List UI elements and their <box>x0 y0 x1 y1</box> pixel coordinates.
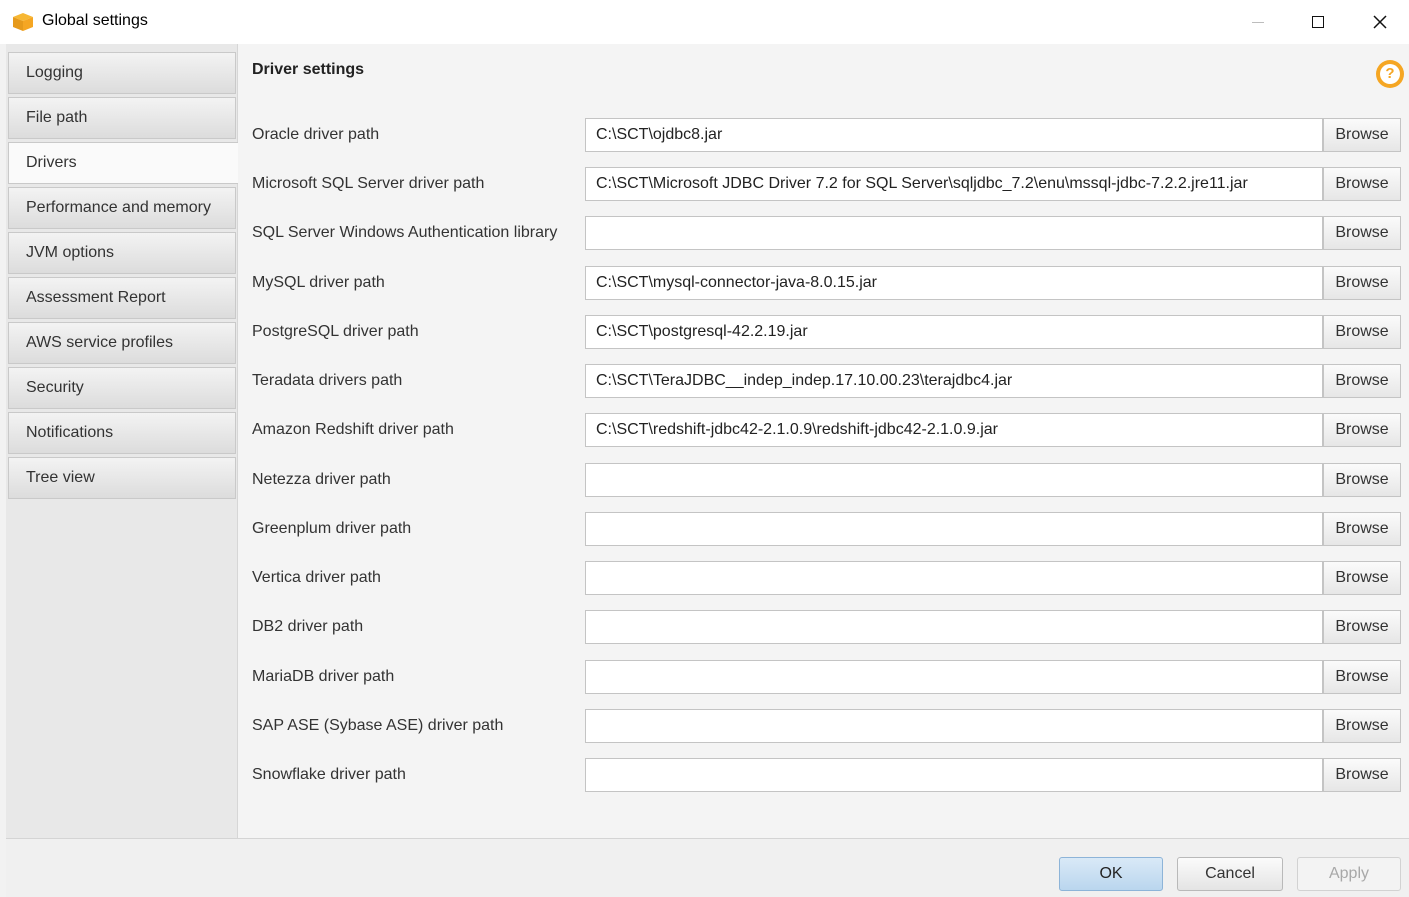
sidebar-item-aws-service-profiles[interactable]: AWS service profiles <box>8 322 236 364</box>
driver-path-input[interactable] <box>585 118 1323 152</box>
sidebar-item-label: Tree view <box>26 469 95 486</box>
minimize-icon <box>1252 21 1264 23</box>
sidebar-item-jvm-options[interactable]: JVM options <box>8 232 236 274</box>
driver-row-vertica: Vertica driver path Browse <box>238 561 1409 597</box>
sidebar-item-tree-view[interactable]: Tree view <box>8 457 236 499</box>
sidebar-item-label: Notifications <box>26 424 114 441</box>
window-title: Global settings <box>42 12 148 29</box>
maximize-icon <box>1312 16 1324 28</box>
driver-label: MariaDB driver path <box>252 668 395 685</box>
driver-path-input[interactable] <box>585 364 1323 398</box>
driver-path-input[interactable] <box>585 167 1323 201</box>
settings-sidebar: Logging File path Drivers Performance an… <box>6 44 238 838</box>
driver-label: SAP ASE (Sybase ASE) driver path <box>252 717 504 734</box>
sidebar-item-label: Assessment Report <box>26 289 166 306</box>
close-icon <box>1373 15 1387 29</box>
driver-row-redshift: Amazon Redshift driver path Browse <box>238 413 1409 449</box>
maximize-button[interactable] <box>1288 0 1348 44</box>
sidebar-item-security[interactable]: Security <box>8 367 236 409</box>
browse-button[interactable]: Browse <box>1323 266 1401 300</box>
driver-label: Amazon Redshift driver path <box>252 421 454 438</box>
section-title: Driver settings <box>252 61 365 78</box>
driver-path-input[interactable] <box>585 413 1323 447</box>
driver-row-mariadb: MariaDB driver path Browse <box>238 660 1409 696</box>
help-icon[interactable]: ? <box>1376 60 1404 88</box>
help-icon-glyph: ? <box>1380 64 1400 84</box>
browse-button[interactable]: Browse <box>1323 561 1401 595</box>
driver-row-greenplum: Greenplum driver path Browse <box>238 512 1409 548</box>
driver-label: PostgreSQL driver path <box>252 323 419 340</box>
driver-row-sap-ase: SAP ASE (Sybase ASE) driver path Browse <box>238 709 1409 745</box>
browse-button[interactable]: Browse <box>1323 610 1401 644</box>
sidebar-item-label: Logging <box>26 64 83 81</box>
browse-button[interactable]: Browse <box>1323 315 1401 349</box>
browse-button[interactable]: Browse <box>1323 118 1401 152</box>
driver-label: Microsoft SQL Server driver path <box>252 175 485 192</box>
driver-path-input[interactable] <box>585 315 1323 349</box>
driver-path-input[interactable] <box>585 709 1323 743</box>
driver-label: MySQL driver path <box>252 274 385 291</box>
browse-button[interactable]: Browse <box>1323 660 1401 694</box>
driver-path-input[interactable] <box>585 660 1323 694</box>
ok-button[interactable]: OK <box>1059 857 1163 891</box>
sidebar-item-notifications[interactable]: Notifications <box>8 412 236 454</box>
browse-button[interactable]: Browse <box>1323 512 1401 546</box>
driver-path-input[interactable] <box>585 512 1323 546</box>
driver-row-teradata: Teradata drivers path Browse <box>238 364 1409 400</box>
driver-row-db2: DB2 driver path Browse <box>238 610 1409 646</box>
driver-row-mssql: Microsoft SQL Server driver path Browse <box>238 167 1409 203</box>
driver-label: DB2 driver path <box>252 618 364 635</box>
title-bar: Global settings <box>0 0 1409 44</box>
sidebar-item-label: JVM options <box>26 244 115 261</box>
driver-label: Teradata drivers path <box>252 372 403 389</box>
driver-path-input[interactable] <box>585 561 1323 595</box>
driver-settings-panel: Driver settings ? Oracle driver path Bro… <box>238 44 1409 838</box>
minimize-button[interactable] <box>1228 0 1288 44</box>
browse-button[interactable]: Browse <box>1323 758 1401 792</box>
driver-label: SQL Server Windows Authentication librar… <box>252 224 558 241</box>
sidebar-item-logging[interactable]: Logging <box>8 52 236 94</box>
sidebar-item-assessment-report[interactable]: Assessment Report <box>8 277 236 319</box>
browse-button[interactable]: Browse <box>1323 364 1401 398</box>
driver-row-postgresql: PostgreSQL driver path Browse <box>238 315 1409 351</box>
sidebar-item-label: File path <box>26 109 88 126</box>
browse-button[interactable]: Browse <box>1323 413 1401 447</box>
driver-path-input[interactable] <box>585 463 1323 497</box>
sidebar-item-file-path[interactable]: File path <box>8 97 236 139</box>
sidebar-item-label: Drivers <box>26 154 77 171</box>
driver-label: Netezza driver path <box>252 471 391 488</box>
browse-button[interactable]: Browse <box>1323 167 1401 201</box>
browse-button[interactable]: Browse <box>1323 463 1401 497</box>
sidebar-item-label: Performance and memory <box>26 199 211 216</box>
driver-path-input[interactable] <box>585 266 1323 300</box>
driver-row-oracle: Oracle driver path Browse <box>238 118 1409 154</box>
dialog-body: Logging File path Drivers Performance an… <box>6 44 1409 838</box>
sidebar-item-label: AWS service profiles <box>26 334 173 351</box>
sidebar-item-drivers[interactable]: Drivers <box>8 142 238 184</box>
browse-button[interactable]: Browse <box>1323 216 1401 250</box>
driver-row-mysql: MySQL driver path Browse <box>238 266 1409 302</box>
driver-path-input[interactable] <box>585 758 1323 792</box>
driver-row-snowflake: Snowflake driver path Browse <box>238 758 1409 794</box>
close-button[interactable] <box>1350 0 1409 44</box>
driver-label: Greenplum driver path <box>252 520 412 537</box>
browse-button[interactable]: Browse <box>1323 709 1401 743</box>
driver-row-sqlserver-auth: SQL Server Windows Authentication librar… <box>238 216 1409 252</box>
driver-label: Vertica driver path <box>252 569 381 586</box>
cancel-button[interactable]: Cancel <box>1177 857 1283 891</box>
driver-path-input[interactable] <box>585 216 1323 250</box>
driver-label: Snowflake driver path <box>252 766 406 783</box>
driver-row-netezza: Netezza driver path Browse <box>238 463 1409 499</box>
dialog-footer: OK Cancel Apply <box>6 838 1409 897</box>
driver-label: Oracle driver path <box>252 126 380 143</box>
sidebar-item-performance-and-memory[interactable]: Performance and memory <box>8 187 236 229</box>
app-icon <box>13 13 33 31</box>
apply-button[interactable]: Apply <box>1297 857 1401 891</box>
driver-path-input[interactable] <box>585 610 1323 644</box>
sidebar-item-label: Security <box>26 379 84 396</box>
